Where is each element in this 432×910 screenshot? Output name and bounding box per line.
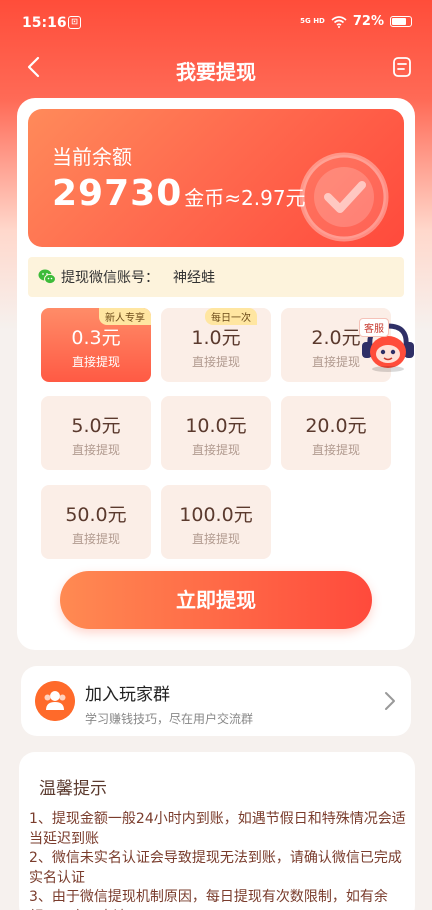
tip-item: 2、微信未实名认证会导致提现无法到账，请确认微信已完成实名认证 [29, 850, 402, 886]
balance-row: 29730 金币≈2.97元 [52, 173, 306, 214]
tips-card: 温馨提示 1、提现金额一般24小时内到账，如遇节假日和特殊情况会适当延迟到账 2… [19, 752, 415, 910]
join-group-card[interactable]: 加入玩家群 学习赚钱技巧，尽在用户交流群 [21, 666, 411, 736]
wechat-account-row: 提现微信账号： 神经蛙 [28, 257, 404, 297]
tip-item: 3、由于微信提现机制原因，每日提现有次数限制，如有余额，可次日申请 [29, 889, 388, 910]
option-subtitle: 直接提现 [71, 355, 120, 369]
wechat-icon [38, 269, 56, 285]
option-subtitle: 直接提现 [71, 532, 120, 546]
tip-item: 1、提现金额一般24小时内到账，如遇节假日和特殊情况会适当延迟到账 [29, 811, 406, 847]
check-circle-icon [299, 152, 389, 242]
document-icon[interactable] [390, 55, 414, 79]
option-subtitle: 直接提现 [191, 443, 240, 457]
option-subtitle: 直接提现 [311, 443, 360, 457]
option-amount: 100.0元 [179, 504, 253, 526]
option-amount: 0.3元 [71, 327, 121, 349]
option-subtitle: 直接提现 [71, 443, 120, 457]
group-subtitle: 学习赚钱技巧，尽在用户交流群 [85, 712, 254, 726]
amount-option[interactable]: 100.0元 直接提现 [161, 485, 271, 559]
users-icon [35, 681, 75, 721]
tips-title: 温馨提示 [39, 779, 107, 799]
sim-card-icon: ⊡ [68, 16, 81, 29]
option-amount: 50.0元 [65, 504, 127, 526]
option-amount: 20.0元 [305, 415, 367, 437]
amount-option[interactable]: 50.0元 直接提现 [41, 485, 151, 559]
wechat-account-name: 神经蛙 [173, 270, 215, 286]
battery-icon [390, 16, 412, 27]
balance-label: 当前余额 [52, 145, 132, 169]
option-subtitle: 直接提现 [191, 355, 240, 369]
chevron-right-icon [385, 692, 395, 710]
wifi-icon [331, 15, 347, 28]
customer-service-label[interactable]: 客服 [359, 318, 389, 337]
network-indicator: 5G HD [300, 17, 325, 25]
amount-option[interactable]: 每日一次 1.0元 直接提现 [161, 308, 271, 382]
group-title: 加入玩家群 [85, 685, 170, 705]
withdraw-button[interactable]: 立即提现 [60, 571, 372, 629]
status-indicators: 5G HD 72% [300, 14, 412, 29]
tips-list: 1、提现金额一般24小时内到账，如遇节假日和特殊情况会适当延迟到账 2、微信未实… [29, 810, 409, 910]
nav-bar: 我要提现 [0, 46, 432, 90]
option-amount: 5.0元 [71, 415, 121, 437]
amount-option[interactable]: 5.0元 直接提现 [41, 396, 151, 470]
status-bar: 15:16 ⊡ 5G HD 72% [0, 0, 432, 46]
wechat-account-label: 提现微信账号： [61, 270, 159, 286]
option-amount: 1.0元 [191, 327, 241, 349]
amount-option[interactable]: 20.0元 直接提现 [281, 396, 391, 470]
option-amount: 10.0元 [185, 415, 247, 437]
balance-unit: 金币≈2.97元 [184, 186, 306, 210]
withdraw-card: 当前余额 29730 金币≈2.97元 提现微信账号： 神经蛙 新人专享 0.3… [17, 98, 415, 650]
option-subtitle: 直接提现 [191, 532, 240, 546]
amount-option[interactable]: 新人专享 0.3元 直接提现 [41, 308, 151, 382]
page-title: 我要提现 [176, 60, 256, 84]
balance-amount: 29730 [52, 173, 183, 214]
battery-percent: 72% [352, 14, 384, 29]
amount-option[interactable]: 10.0元 直接提现 [161, 396, 271, 470]
balance-card: 当前余额 29730 金币≈2.97元 [28, 109, 404, 247]
status-time: 15:16 [22, 15, 67, 31]
